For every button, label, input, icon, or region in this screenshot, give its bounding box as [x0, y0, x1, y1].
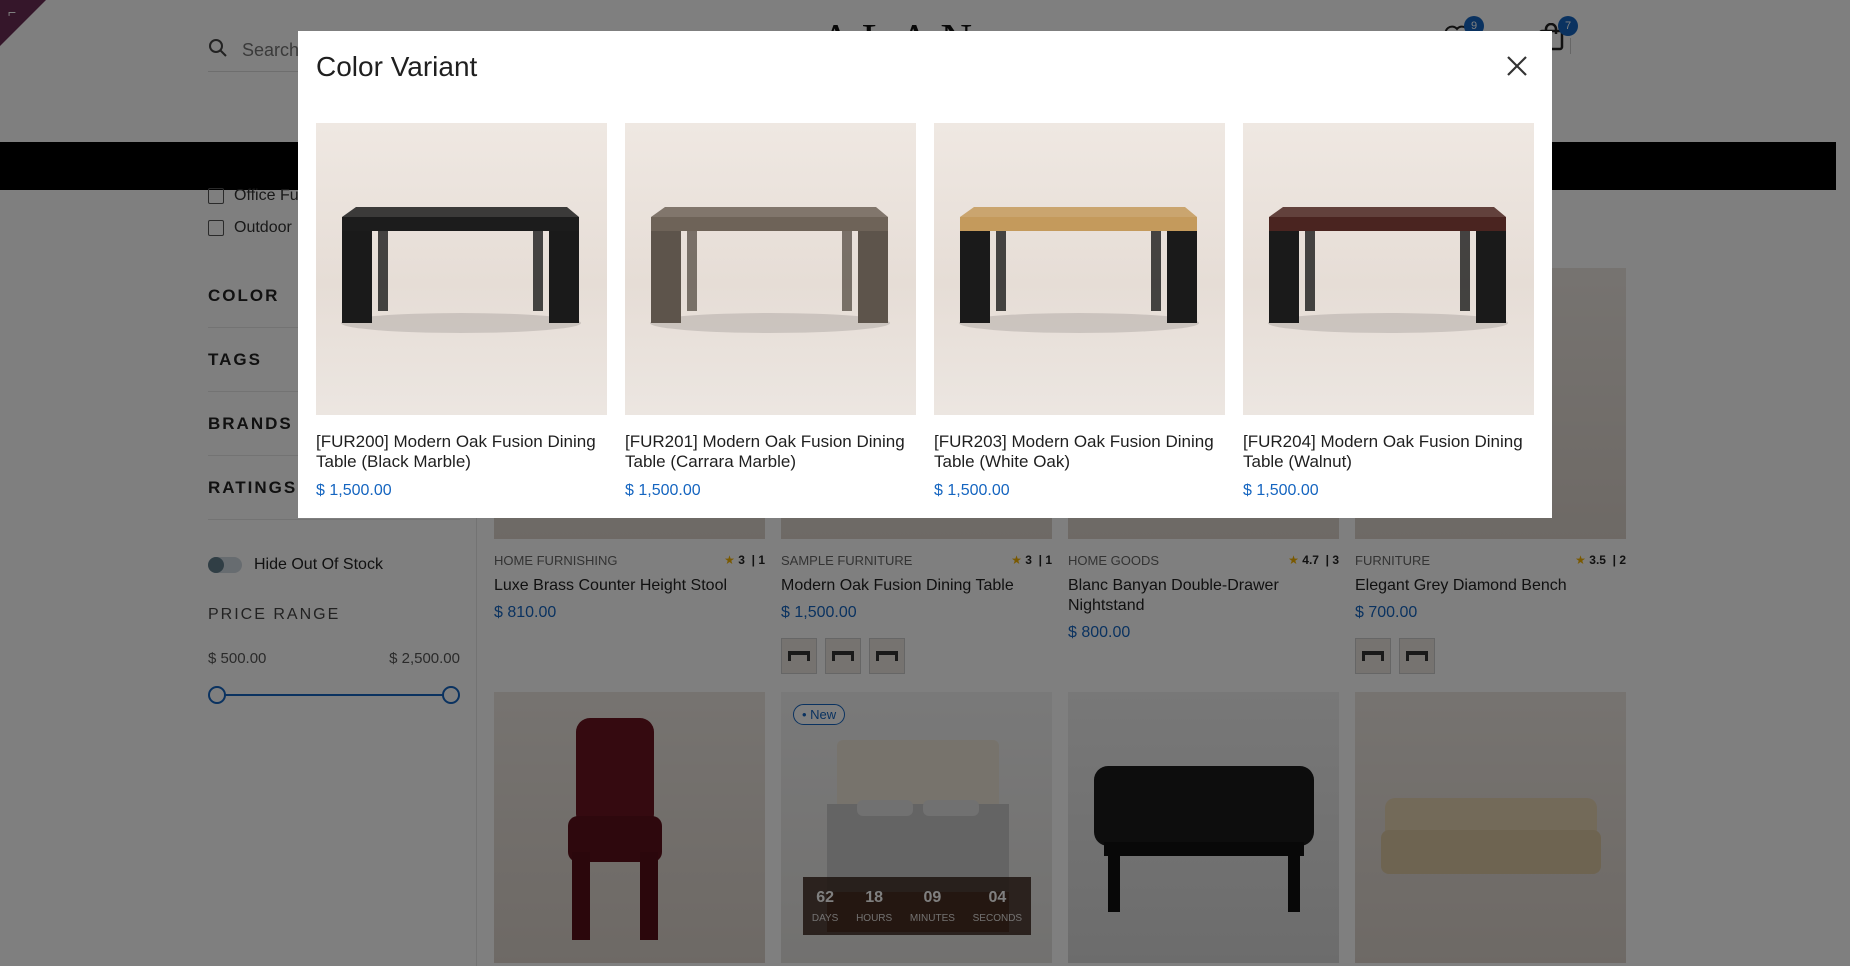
table-leg-back-right	[533, 231, 543, 311]
table-top-edge	[1269, 217, 1506, 231]
variant-image[interactable]	[1243, 123, 1534, 415]
table-leg-back-left	[996, 231, 1006, 311]
table-shadow	[650, 313, 890, 333]
variant-name[interactable]: [FUR201] Modern Oak Fusion Dining Table …	[625, 432, 916, 472]
variant-image[interactable]	[316, 123, 607, 415]
table-leg-back-right	[1151, 231, 1161, 311]
variant-image[interactable]	[934, 123, 1225, 415]
variant-price: $ 1,500.00	[316, 482, 392, 499]
dining-table-image	[959, 207, 1199, 333]
variant-card[interactable]: [FUR200] Modern Oak Fusion Dining Table …	[316, 123, 607, 500]
table-top-surface	[1269, 207, 1506, 217]
close-icon	[1504, 56, 1530, 83]
variant-card[interactable]: [FUR201] Modern Oak Fusion Dining Table …	[625, 123, 916, 500]
modal-title: Color Variant	[316, 51, 478, 82]
variant-name[interactable]: [FUR203] Modern Oak Fusion Dining Table …	[934, 432, 1225, 472]
table-top-edge	[960, 217, 1197, 231]
dining-table-image	[341, 207, 581, 333]
table-leg-left	[1269, 231, 1299, 323]
table-leg-right	[858, 231, 888, 323]
table-leg-left	[960, 231, 990, 323]
variant-name[interactable]: [FUR200] Modern Oak Fusion Dining Table …	[316, 432, 607, 472]
table-top-surface	[342, 207, 579, 217]
variant-card[interactable]: [FUR204] Modern Oak Fusion Dining Table …	[1243, 123, 1534, 500]
table-top-surface	[651, 207, 888, 217]
table-leg-back-left	[1305, 231, 1315, 311]
variant-image[interactable]	[625, 123, 916, 415]
table-shadow	[341, 313, 581, 333]
table-leg-left	[342, 231, 372, 323]
table-top-edge	[651, 217, 888, 231]
table-leg-right	[549, 231, 579, 323]
table-leg-back-left	[378, 231, 388, 311]
dining-table-image	[1268, 207, 1508, 333]
table-top-edge	[342, 217, 579, 231]
variant-name[interactable]: [FUR204] Modern Oak Fusion Dining Table …	[1243, 432, 1534, 472]
variant-price: $ 1,500.00	[934, 482, 1010, 499]
table-shadow	[1268, 313, 1508, 333]
table-leg-right	[1476, 231, 1506, 323]
dining-table-image	[650, 207, 890, 333]
table-shadow	[959, 313, 1199, 333]
table-top-surface	[960, 207, 1197, 217]
table-leg-back-right	[842, 231, 852, 311]
close-button[interactable]	[1504, 53, 1530, 79]
table-leg-back-left	[687, 231, 697, 311]
table-leg-right	[1167, 231, 1197, 323]
variant-price: $ 1,500.00	[1243, 482, 1319, 499]
table-leg-left	[651, 231, 681, 323]
variant-list: [FUR200] Modern Oak Fusion Dining Table …	[316, 123, 1534, 500]
table-leg-back-right	[1460, 231, 1470, 311]
variant-card[interactable]: [FUR203] Modern Oak Fusion Dining Table …	[934, 123, 1225, 500]
color-variant-modal: Color Variant [FUR200] Modern Oak Fusion…	[298, 31, 1552, 518]
variant-price: $ 1,500.00	[625, 482, 701, 499]
